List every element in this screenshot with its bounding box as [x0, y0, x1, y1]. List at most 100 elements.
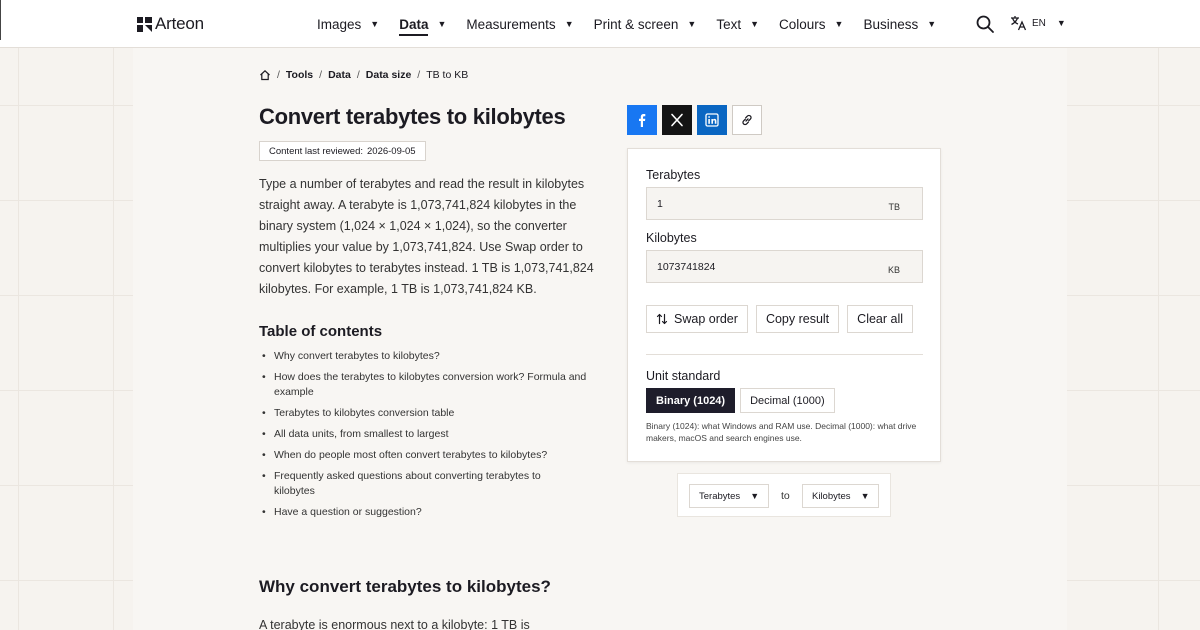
- main-nav: Images ▼ Data ▼ Measurements ▼ Print & s…: [317, 0, 956, 48]
- unit-picker: Terabytes ▼ to Kilobytes ▼: [677, 473, 891, 517]
- to-unit-value: Kilobytes: [812, 490, 851, 502]
- chevron-down-icon: ▼: [927, 19, 937, 29]
- chevron-down-icon: ▼: [687, 19, 697, 29]
- share-x-button[interactable]: [662, 105, 692, 135]
- kilobytes-label: Kilobytes: [646, 231, 697, 245]
- copy-result-label: Copy result: [765, 312, 830, 326]
- chevron-down-icon: ▼: [370, 19, 380, 29]
- nav-item-print-screen[interactable]: Print & screen ▼: [594, 0, 697, 48]
- kilobytes-unit: KB: [887, 265, 900, 275]
- nav-item-text[interactable]: Text ▼: [716, 0, 759, 48]
- review-date-badge: Content last reviewed: 2026-09-05: [259, 141, 426, 161]
- nav-item-label: Print & screen: [593, 16, 679, 32]
- toc-title: Table of contents: [259, 323, 383, 340]
- swap-order-label: Swap order: [674, 312, 738, 326]
- section-title: Why convert terabytes to kilobytes?: [259, 577, 551, 596]
- breadcrumb: / Tools / Data / Data size / TB to KB: [259, 69, 468, 81]
- nav-item-business[interactable]: Business ▼: [863, 0, 936, 48]
- chevron-down-icon: ▼: [1056, 18, 1066, 28]
- from-unit-select[interactable]: Terabytes ▼: [689, 484, 770, 508]
- breadcrumb-separator: /: [319, 69, 323, 81]
- nav-item-colours[interactable]: Colours ▼: [779, 0, 843, 48]
- brand-name: Arteon: [155, 14, 204, 33]
- intro-paragraph: Type a number of terabytes and read the …: [259, 177, 594, 296]
- breadcrumb-item-tools[interactable]: Tools: [286, 69, 313, 81]
- chevron-down-icon: ▼: [860, 491, 870, 501]
- breadcrumb-item-current: TB to KB: [426, 69, 469, 81]
- unit-picker-to-label: to: [781, 490, 790, 502]
- swap-order-button[interactable]: Swap order: [646, 305, 748, 333]
- share-facebook-button[interactable]: [627, 105, 657, 135]
- breadcrumb-separator: /: [417, 69, 421, 81]
- page-title: Convert terabytes to kilobytes: [259, 104, 566, 129]
- toc-link[interactable]: How does the terabytes to kilobytes conv…: [274, 371, 586, 398]
- copy-result-button[interactable]: Copy result: [755, 305, 840, 333]
- nav-item-label: Measurements: [466, 16, 556, 32]
- converter-actions: Swap order Copy result Clear all: [646, 305, 914, 333]
- chevron-down-icon: ▼: [564, 19, 574, 29]
- translate-icon: [1011, 16, 1027, 31]
- top-navigation-bar: Arteon Images ▼ Data ▼ Measurements ▼ Pr…: [0, 0, 1200, 48]
- nav-item-measurements[interactable]: Measurements ▼: [466, 0, 573, 48]
- clear-all-button[interactable]: Clear all: [847, 305, 914, 333]
- x-icon: [671, 113, 683, 127]
- binary-standard-button[interactable]: Binary (1024): [646, 388, 736, 413]
- logo-mark-icon: [137, 16, 152, 32]
- toc-item: Why convert terabytes to kilobytes?: [259, 349, 604, 364]
- linkedin-icon: [705, 113, 719, 127]
- chevron-down-icon: ▼: [750, 491, 760, 501]
- terabytes-label: Terabytes: [646, 168, 701, 182]
- toc-link[interactable]: Frequently asked questions about convert…: [274, 470, 541, 497]
- toc-item: Have a question or suggestion?: [259, 505, 604, 520]
- toc-item: When do people most often convert teraby…: [259, 448, 604, 463]
- toc-link[interactable]: Have a question or suggestion?: [274, 506, 422, 518]
- to-unit-select[interactable]: Kilobytes ▼: [802, 484, 880, 508]
- chevron-down-icon: ▼: [437, 19, 447, 29]
- nav-item-label: Colours: [779, 16, 826, 32]
- review-date-label: Content last reviewed:: [269, 145, 363, 157]
- home-icon[interactable]: [259, 69, 271, 81]
- terabytes-field: TB: [646, 187, 923, 220]
- kilobytes-field: KB: [646, 250, 923, 283]
- toc-link[interactable]: Terabytes to kilobytes conversion table: [274, 407, 454, 419]
- toc-item: All data units, from smallest to largest: [259, 427, 604, 442]
- nav-item-label: Images: [317, 16, 362, 32]
- language-selector[interactable]: EN ▼: [1010, 15, 1066, 31]
- share-linkedin-button[interactable]: [697, 105, 727, 135]
- unit-standard-note: Binary (1024): what Windows and RAM use.…: [646, 421, 917, 443]
- brand-logo[interactable]: Arteon: [137, 14, 204, 34]
- link-icon: [742, 114, 752, 126]
- terabytes-input[interactable]: [647, 188, 887, 219]
- nav-item-images[interactable]: Images ▼: [317, 0, 379, 48]
- swap-icon: [656, 313, 668, 325]
- unit-standard-toggle: Binary (1024) Decimal (1000): [646, 388, 835, 413]
- nav-item-label: Text: [716, 16, 742, 32]
- section-paragraph: A terabyte is enormous next to a kilobyt…: [259, 618, 530, 630]
- nav-item-label: Data: [399, 17, 429, 36]
- copy-link-button[interactable]: [732, 105, 762, 135]
- search-icon[interactable]: [975, 14, 995, 34]
- unit-standard-label: Unit standard: [646, 369, 721, 383]
- breadcrumb-item-data-size[interactable]: Data size: [366, 69, 412, 81]
- toc-link[interactable]: When do people most often convert teraby…: [274, 449, 547, 461]
- decimal-standard-button[interactable]: Decimal (1000): [740, 388, 835, 413]
- clear-all-label: Clear all: [857, 312, 904, 326]
- main-content-card: / Tools / Data / Data size / TB to KB Co…: [133, 48, 1067, 630]
- facebook-icon: [639, 114, 646, 127]
- toc-item: How does the terabytes to kilobytes conv…: [259, 370, 604, 400]
- share-buttons: [627, 105, 762, 135]
- kilobytes-input[interactable]: [647, 251, 887, 282]
- toc-link[interactable]: All data units, from smallest to largest: [274, 428, 449, 440]
- toc-link[interactable]: Why convert terabytes to kilobytes?: [274, 350, 440, 362]
- nav-item-data[interactable]: Data ▼: [399, 0, 446, 48]
- breadcrumb-separator: /: [356, 69, 360, 81]
- nav-item-label: Business: [863, 16, 919, 32]
- breadcrumb-item-data[interactable]: Data: [328, 69, 351, 81]
- breadcrumb-separator: /: [277, 69, 280, 81]
- language-code: EN: [1032, 17, 1046, 29]
- table-of-contents: Why convert terabytes to kilobytes? How …: [259, 349, 604, 526]
- window-edge-line: [0, 0, 1, 40]
- chevron-down-icon: ▼: [750, 19, 760, 29]
- divider: [646, 354, 923, 355]
- converter-panel: Terabytes TB Kilobytes KB Swap order Cop…: [627, 148, 941, 462]
